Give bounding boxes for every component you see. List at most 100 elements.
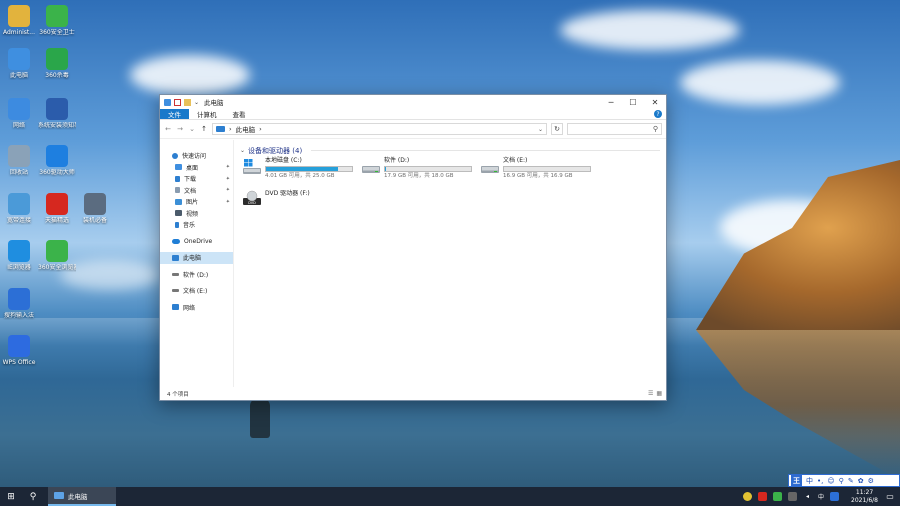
system-tray: ◂ 中 11:27 2021/6/8 ▭ bbox=[743, 489, 900, 505]
file-explorer-icon bbox=[54, 492, 64, 499]
drive-icon bbox=[480, 157, 500, 177]
drive-e[interactable]: 文档 (E:) 16.9 GB 可用，共 16.9 GB bbox=[480, 157, 592, 183]
ime-skin-icon[interactable]: ✿ bbox=[858, 477, 864, 485]
recent-locations-icon[interactable]: ⌄ bbox=[188, 125, 196, 133]
sogou-icon bbox=[8, 288, 30, 310]
tray-security-icon[interactable] bbox=[773, 492, 783, 501]
recycle-bin-icon bbox=[8, 145, 30, 167]
search-input[interactable]: ⚲ bbox=[567, 123, 662, 135]
close-button[interactable]: ✕ bbox=[644, 95, 666, 109]
forward-button[interactable]: → bbox=[176, 125, 184, 133]
ime-handwriting-icon[interactable]: ✎ bbox=[848, 477, 854, 485]
sogou-tray-icon[interactable] bbox=[830, 492, 840, 501]
desktop-icon[interactable]: 搜狗输入法 bbox=[0, 288, 38, 320]
properties-icon[interactable] bbox=[174, 98, 181, 106]
pin-icon[interactable]: ✦ bbox=[226, 187, 230, 193]
nav-network[interactable]: 网络 bbox=[160, 302, 233, 314]
explorer-window: ⌄ 此电脑 ─ ☐ ✕ 文件 计算机 查看 ? ← → ⌄ ↑ › 此电脑 › … bbox=[159, 94, 667, 401]
desktop-icon[interactable]: 装机必备 bbox=[76, 193, 114, 225]
navigation-pane: 快速访问 桌面 ✦ 下载 ✦ 文档 ✦ 图片 ✦ 视频 音乐 OneDrive … bbox=[160, 140, 234, 387]
nav-music[interactable]: 音乐 bbox=[160, 219, 233, 231]
desktop-icon[interactable]: 宽带连接 bbox=[0, 193, 38, 225]
word-document-icon bbox=[46, 98, 68, 120]
desktop-icon[interactable]: Administ... bbox=[0, 5, 38, 37]
start-button[interactable]: ⊞ bbox=[0, 487, 22, 506]
customize-chevron-icon[interactable]: ⌄ bbox=[194, 99, 199, 106]
network-tray-icon[interactable] bbox=[788, 492, 798, 501]
minimize-button[interactable]: ─ bbox=[600, 95, 622, 109]
notification-icon[interactable]: ▭ bbox=[884, 491, 896, 503]
ime-emoji-icon[interactable]: ☺ bbox=[827, 477, 834, 485]
nav-this-pc[interactable]: 此电脑 bbox=[160, 252, 233, 264]
maximize-button[interactable]: ☐ bbox=[622, 95, 644, 109]
nav-onedrive[interactable]: OneDrive bbox=[160, 236, 233, 248]
desktop-icon[interactable]: 360安全卫士 bbox=[38, 5, 76, 37]
nav-videos[interactable]: 视频 bbox=[160, 208, 233, 220]
nav-desktop[interactable]: 桌面 ✦ bbox=[160, 162, 233, 174]
input-language-indicator[interactable]: 中 bbox=[818, 492, 824, 501]
large-icons-view-icon[interactable]: ▦ bbox=[656, 390, 662, 397]
desktop-icon[interactable]: 360驱动大师 bbox=[38, 145, 76, 177]
content-pane: ⌄ 设备和驱动器 (4) 本地磁盘 (C:) 4.01 GB 可用，共 25.0… bbox=[234, 140, 666, 387]
ime-mode-toggle[interactable]: 中 bbox=[806, 476, 813, 486]
refresh-button[interactable]: ↻ bbox=[551, 123, 563, 135]
desktop-icon[interactable]: WPS Office bbox=[0, 335, 38, 367]
ime-punctuation-icon[interactable]: •, bbox=[817, 477, 823, 485]
nav-pictures[interactable]: 图片 ✦ bbox=[160, 196, 233, 208]
pin-icon[interactable]: ✦ bbox=[226, 176, 230, 182]
nav-label: 软件 (D:) bbox=[183, 271, 209, 279]
back-button[interactable]: ← bbox=[164, 125, 172, 133]
nav-drive-d[interactable]: 软件 (D:) bbox=[160, 269, 233, 281]
search-button[interactable]: ⚲ bbox=[22, 487, 44, 506]
windows-drive-icon bbox=[242, 157, 262, 177]
up-button[interactable]: ↑ bbox=[200, 125, 208, 133]
address-dropdown-icon[interactable]: ⌄ bbox=[538, 126, 543, 133]
desktop-icon[interactable]: IE浏览器 bbox=[0, 240, 38, 272]
nav-drive-e[interactable]: 文档 (E:) bbox=[160, 285, 233, 297]
details-view-icon[interactable]: ☰ bbox=[648, 390, 653, 397]
desktop-icon[interactable]: 360杀毒 bbox=[38, 48, 76, 80]
title-bar[interactable]: ⌄ 此电脑 ─ ☐ ✕ bbox=[160, 95, 666, 109]
drive-c[interactable]: 本地磁盘 (C:) 4.01 GB 可用，共 25.0 GB bbox=[242, 157, 354, 183]
ime-logo-icon[interactable]: 王 bbox=[791, 475, 802, 486]
nav-quick-access[interactable]: 快速访问 bbox=[160, 150, 233, 162]
ime-voice-icon[interactable]: ⚲ bbox=[839, 477, 844, 485]
desktop-icon[interactable]: 360安全浏览器 bbox=[38, 240, 76, 272]
nav-label: 视频 bbox=[186, 210, 199, 218]
taskbar-app-this-pc[interactable]: 此电脑 bbox=[48, 487, 116, 506]
tray-app-icon[interactable] bbox=[758, 492, 768, 501]
desktop-icon[interactable]: 系统安装须知事项.docx bbox=[38, 98, 76, 130]
ime-settings-icon[interactable]: ⚙ bbox=[868, 477, 874, 485]
dvd-drive-icon: DVD bbox=[242, 188, 262, 208]
group-header-devices[interactable]: ⌄ 设备和驱动器 (4) bbox=[240, 146, 666, 155]
desktop-icon[interactable]: 天猫精选 bbox=[38, 193, 76, 225]
desktop-icon-label: 网络 bbox=[12, 122, 25, 129]
address-bar[interactable]: › 此电脑 › ⌄ bbox=[212, 123, 547, 135]
drive-f-dvd[interactable]: DVD DVD 驱动器 (F:) bbox=[242, 188, 354, 214]
tab-view[interactable]: 查看 bbox=[225, 109, 254, 119]
desktop-icon[interactable]: 此电脑 bbox=[0, 48, 38, 80]
new-folder-icon[interactable] bbox=[184, 98, 191, 106]
volume-icon[interactable]: ◂ bbox=[803, 492, 812, 501]
pin-icon[interactable]: ✦ bbox=[226, 199, 230, 205]
computer-icon bbox=[216, 126, 225, 132]
desktop-icon[interactable]: 网络 bbox=[0, 98, 38, 130]
nav-documents[interactable]: 文档 ✦ bbox=[160, 185, 233, 197]
system-clock[interactable]: 11:27 2021/6/8 bbox=[851, 489, 878, 505]
ie-browser-icon bbox=[8, 240, 30, 262]
breadcrumb-this-pc[interactable]: 此电脑 bbox=[236, 124, 256, 134]
tab-computer[interactable]: 计算机 bbox=[189, 109, 225, 119]
video-icon bbox=[175, 210, 182, 217]
tray-app-icon[interactable] bbox=[743, 492, 753, 501]
wallpaper-cloud bbox=[560, 10, 740, 50]
desktop-icon[interactable]: 回收站 bbox=[0, 145, 38, 177]
drive-usage-bar bbox=[503, 166, 591, 172]
window-title: 此电脑 bbox=[204, 99, 224, 107]
pin-icon[interactable]: ✦ bbox=[226, 164, 230, 170]
nav-downloads[interactable]: 下载 ✦ bbox=[160, 173, 233, 185]
drive-d[interactable]: 软件 (D:) 17.9 GB 可用，共 18.0 GB bbox=[361, 157, 473, 183]
help-icon[interactable]: ? bbox=[654, 110, 662, 118]
tab-file[interactable]: 文件 bbox=[160, 109, 189, 119]
desktop-icon-label: 360杀毒 bbox=[45, 72, 69, 79]
tmall-icon bbox=[46, 193, 68, 215]
